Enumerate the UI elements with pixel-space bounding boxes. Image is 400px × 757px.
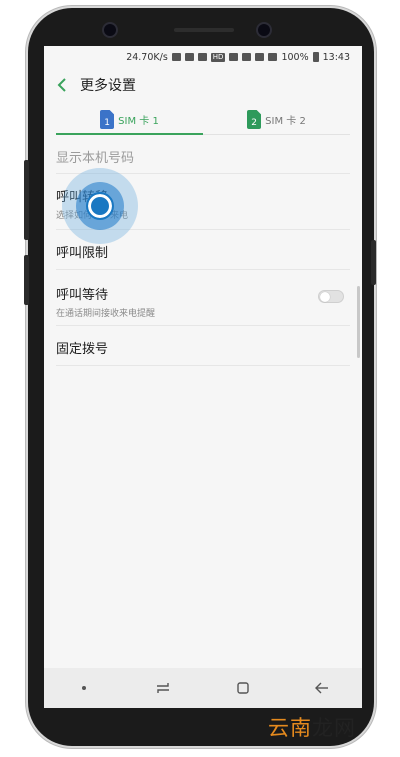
watermark: 云南龙网 [268,712,356,742]
tab-label: SIM 卡 1 [118,115,159,127]
clock: 13:43 [322,51,350,63]
sim-tabs: 1 SIM 卡 1 2 SIM 卡 2 [56,104,350,135]
touch-ring [76,182,124,230]
vibrate-icon [242,53,252,61]
setting-fixed-dialing[interactable]: 固定拨号 [56,326,350,366]
network-speed: 24.70K/s [126,51,168,63]
hd-badge: HD [210,52,226,62]
watermark-part1: 云南 [268,716,312,740]
call-waiting-toggle[interactable] [318,290,344,303]
setting-title: 固定拨号 [56,342,109,357]
sim-number: 1 [104,117,111,128]
navigation-bar [44,668,362,708]
status-bar: 24.70K/s HD 100% 13:43 [44,46,362,68]
touch-point [86,192,114,220]
back-nav-button[interactable] [302,673,342,703]
home-icon [237,682,249,694]
setting-subtitle: 在通话期间接收来电提醒 [56,309,156,319]
nav-hide-button[interactable] [64,673,104,703]
top-bezel [44,16,358,46]
front-camera-icon [258,24,270,36]
bixby-button [24,255,29,305]
dot-icon [81,686,86,690]
screen: 24.70K/s HD 100% 13:43 更多设置 1 SIM 卡 1 2 [44,46,362,708]
nfc-icon [184,53,194,61]
setting-call-waiting[interactable]: 呼叫等待 在通话期间接收来电提醒 [56,270,350,326]
setting-title: 显示本机号码 [56,151,135,166]
sim-number: 2 [251,117,258,128]
back-button[interactable] [44,68,80,102]
wifi-icon [255,53,265,61]
tab-label: SIM 卡 2 [265,115,306,127]
tab-sim2[interactable]: 2 SIM 卡 2 [203,104,350,134]
home-button[interactable] [223,673,263,703]
toggle-knob [320,291,330,302]
back-arrow-icon [57,78,66,92]
header: 更多设置 [44,68,362,102]
bluetooth-icon [171,53,181,61]
recent-apps-icon [157,683,170,693]
watermark-part2: 龙网 [312,716,356,740]
recent-apps-button[interactable] [143,673,183,703]
tab-sim1[interactable]: 1 SIM 卡 1 [56,104,203,135]
touch-indicator [62,168,138,244]
sim-card-icon: 2 [247,109,262,129]
app-icon [229,53,239,61]
page-title: 更多设置 [80,78,136,94]
back-icon [315,682,329,694]
signal-icon [268,53,278,61]
notification-icon [197,53,207,61]
battery-percent: 100% [281,51,309,63]
power-button [371,240,376,285]
earpiece [174,28,234,32]
setting-title: 呼叫等待 [56,288,109,303]
scrollbar[interactable] [357,286,360,358]
setting-title: 呼叫限制 [56,246,109,261]
sim-card-icon: 1 [100,109,115,129]
volume-button [24,160,29,240]
battery-icon [312,52,319,62]
sensor-icon [104,24,116,36]
